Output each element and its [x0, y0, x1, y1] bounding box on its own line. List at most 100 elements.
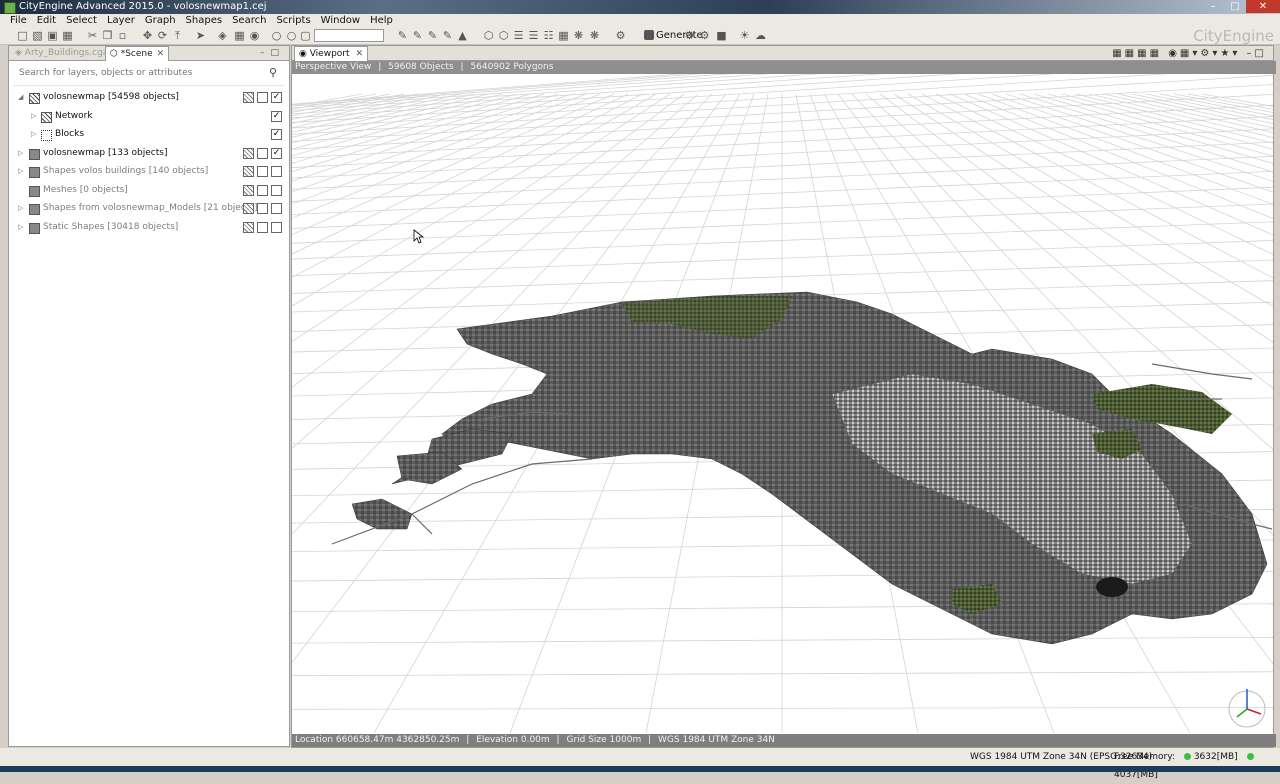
- close-icon[interactable]: ✕: [1246, 0, 1280, 13]
- collapse-arrow-icon[interactable]: ◢: [18, 88, 26, 106]
- view-name[interactable]: Perspective View: [295, 62, 371, 72]
- viewport-toolbar[interactable]: ▦▦▦▦ ◉▦▾⚙▾★▾ –□: [1112, 47, 1267, 61]
- frame-icon[interactable]: ▦: [233, 29, 246, 42]
- shape-draw-icon[interactable]: ✎: [426, 29, 439, 42]
- visibility-checkbox[interactable]: ✓: [271, 147, 282, 159]
- sun-icon[interactable]: ☀: [738, 29, 751, 42]
- menu-shapes[interactable]: Shapes: [181, 14, 228, 28]
- menu-graph[interactable]: Graph: [140, 14, 181, 28]
- expand-arrow-icon[interactable]: ▷: [31, 125, 39, 143]
- tree-item-volosnewmap-shapes[interactable]: ▷ volosnewmap [133 objects] ✓: [9, 144, 289, 163]
- visibility-checkbox[interactable]: [271, 203, 282, 214]
- select-toggle[interactable]: [257, 147, 268, 159]
- menu-window[interactable]: Window: [316, 14, 365, 28]
- model-icon[interactable]: ■: [715, 29, 728, 42]
- toolbar-search-input[interactable]: [314, 29, 384, 42]
- mesh-layer-icon: [29, 185, 40, 197]
- lock-toggle[interactable]: [243, 203, 254, 214]
- visibility-checkbox[interactable]: [271, 184, 282, 196]
- move-icon[interactable]: ✥: [141, 29, 154, 42]
- lock-icon[interactable]: ▢: [299, 29, 312, 42]
- lock-toggle[interactable]: [243, 184, 254, 196]
- network-icon[interactable]: ❋: [572, 29, 585, 42]
- regenerate-icon[interactable]: ⚙: [683, 29, 696, 42]
- snap-icon[interactable]: ○: [270, 29, 283, 42]
- select-toggle[interactable]: [257, 203, 268, 214]
- snap2-icon[interactable]: ○: [285, 29, 298, 42]
- minimize-icon[interactable]: –: [1202, 0, 1224, 13]
- select-toggle[interactable]: [257, 184, 268, 196]
- menu-bar: File Edit Select Layer Graph Shapes Sear…: [0, 14, 1280, 28]
- os-taskbar: [0, 766, 1280, 772]
- select-tool-icon[interactable]: ➤: [194, 29, 207, 42]
- tree-item-network[interactable]: ▷ Network ✓: [9, 107, 289, 126]
- object-count: 59608 Objects: [388, 62, 454, 72]
- expand-arrow-icon[interactable]: ▷: [18, 162, 26, 180]
- tab-scene[interactable]: ⬡ *Scene ✕: [105, 46, 170, 61]
- lock-toggle[interactable]: [243, 166, 254, 177]
- cloud-icon[interactable]: ☁: [754, 29, 767, 42]
- select-toggle[interactable]: [257, 166, 268, 177]
- 3d-scene[interactable]: [292, 74, 1273, 733]
- visibility-checkbox[interactable]: ✓: [271, 110, 282, 122]
- save-icon[interactable]: ▣: [46, 29, 59, 42]
- menu-help[interactable]: Help: [365, 14, 398, 28]
- close-tab-icon[interactable]: ✕: [356, 49, 364, 59]
- tree-item-shapes-from-models[interactable]: ▷ Shapes from volosnewmap_Models [21 obj…: [9, 199, 289, 218]
- menu-search[interactable]: Search: [227, 14, 271, 28]
- rotate-icon[interactable]: ⟳: [156, 29, 169, 42]
- maximize-icon[interactable]: □: [1224, 0, 1246, 13]
- close-tab-icon[interactable]: ✕: [157, 49, 165, 59]
- expand-arrow-icon[interactable]: ▷: [31, 107, 39, 125]
- visibility-checkbox[interactable]: [271, 221, 282, 233]
- select-toggle[interactable]: [257, 92, 268, 103]
- visibility-checkbox[interactable]: ✓: [271, 129, 282, 140]
- menu-select[interactable]: Select: [61, 14, 102, 28]
- zoom-icon[interactable]: ◉: [248, 29, 261, 42]
- menu-scripts[interactable]: Scripts: [271, 14, 315, 28]
- menu-edit[interactable]: Edit: [32, 14, 61, 28]
- tab-viewport[interactable]: ◉ Viewport ✕: [294, 46, 369, 61]
- lock-toggle[interactable]: [243, 92, 254, 103]
- lock-toggle[interactable]: [243, 221, 254, 233]
- cleanup-icon[interactable]: ⬡: [482, 29, 495, 42]
- tree-item-meshes[interactable]: Meshes [0 objects]: [9, 181, 289, 200]
- street-freehand-icon[interactable]: ✎: [411, 29, 424, 42]
- rule-icon[interactable]: ⚙: [614, 29, 627, 42]
- scene-search-input[interactable]: [13, 65, 255, 81]
- menu-file[interactable]: File: [0, 14, 32, 28]
- search-icon[interactable]: ⚲: [269, 66, 281, 80]
- cut-icon[interactable]: ✂: [86, 29, 99, 42]
- paint-icon[interactable]: ◈: [216, 29, 229, 42]
- terrain-icon[interactable]: ⬡: [497, 29, 510, 42]
- lock-toggle[interactable]: [243, 147, 254, 159]
- shape-edit-icon[interactable]: ✎: [441, 29, 454, 42]
- extrude-icon[interactable]: ▲: [456, 29, 469, 42]
- select-toggle[interactable]: [257, 221, 268, 233]
- tree-item-shapes-volos-buildings[interactable]: ▷ Shapes volos buildings [140 objects]: [9, 162, 289, 181]
- simplify-icon[interactable]: ☰: [527, 29, 540, 42]
- tab-arty-buildings[interactable]: ◈ Arty_Buildings.cga: [11, 46, 112, 60]
- subdivide-icon[interactable]: ☷: [542, 29, 555, 42]
- street-draw-icon[interactable]: ✎: [396, 29, 409, 42]
- update-seed-icon[interactable]: ⚙: [698, 29, 711, 42]
- scale-icon[interactable]: ⤒: [171, 29, 184, 42]
- grid-icon[interactable]: ▦: [557, 29, 570, 42]
- tree-item-volosnewmap-graph[interactable]: ◢ volosnewmap [54598 objects] ✓: [9, 88, 289, 107]
- tree-item-blocks[interactable]: ▷ Blocks ✓: [9, 125, 289, 144]
- panel-window-controls[interactable]: –□: [260, 46, 285, 60]
- menu-layer[interactable]: Layer: [102, 14, 140, 28]
- tree-item-static-shapes[interactable]: ▷ Static Shapes [30418 objects]: [9, 218, 289, 237]
- new-icon[interactable]: □: [16, 29, 29, 42]
- visibility-checkbox[interactable]: ✓: [271, 92, 282, 103]
- save-all-icon[interactable]: ▦: [61, 29, 74, 42]
- graph-icon[interactable]: ❋: [588, 29, 601, 42]
- paste-icon[interactable]: ▫: [116, 29, 129, 42]
- open-folder-icon[interactable]: ▧: [31, 29, 44, 42]
- expand-arrow-icon[interactable]: ▷: [18, 199, 26, 217]
- visibility-checkbox[interactable]: [271, 166, 282, 177]
- copy-icon[interactable]: ❐: [101, 29, 114, 42]
- expand-arrow-icon[interactable]: ▷: [18, 144, 26, 162]
- align-icon[interactable]: ☰: [512, 29, 525, 42]
- expand-arrow-icon[interactable]: ▷: [18, 218, 26, 236]
